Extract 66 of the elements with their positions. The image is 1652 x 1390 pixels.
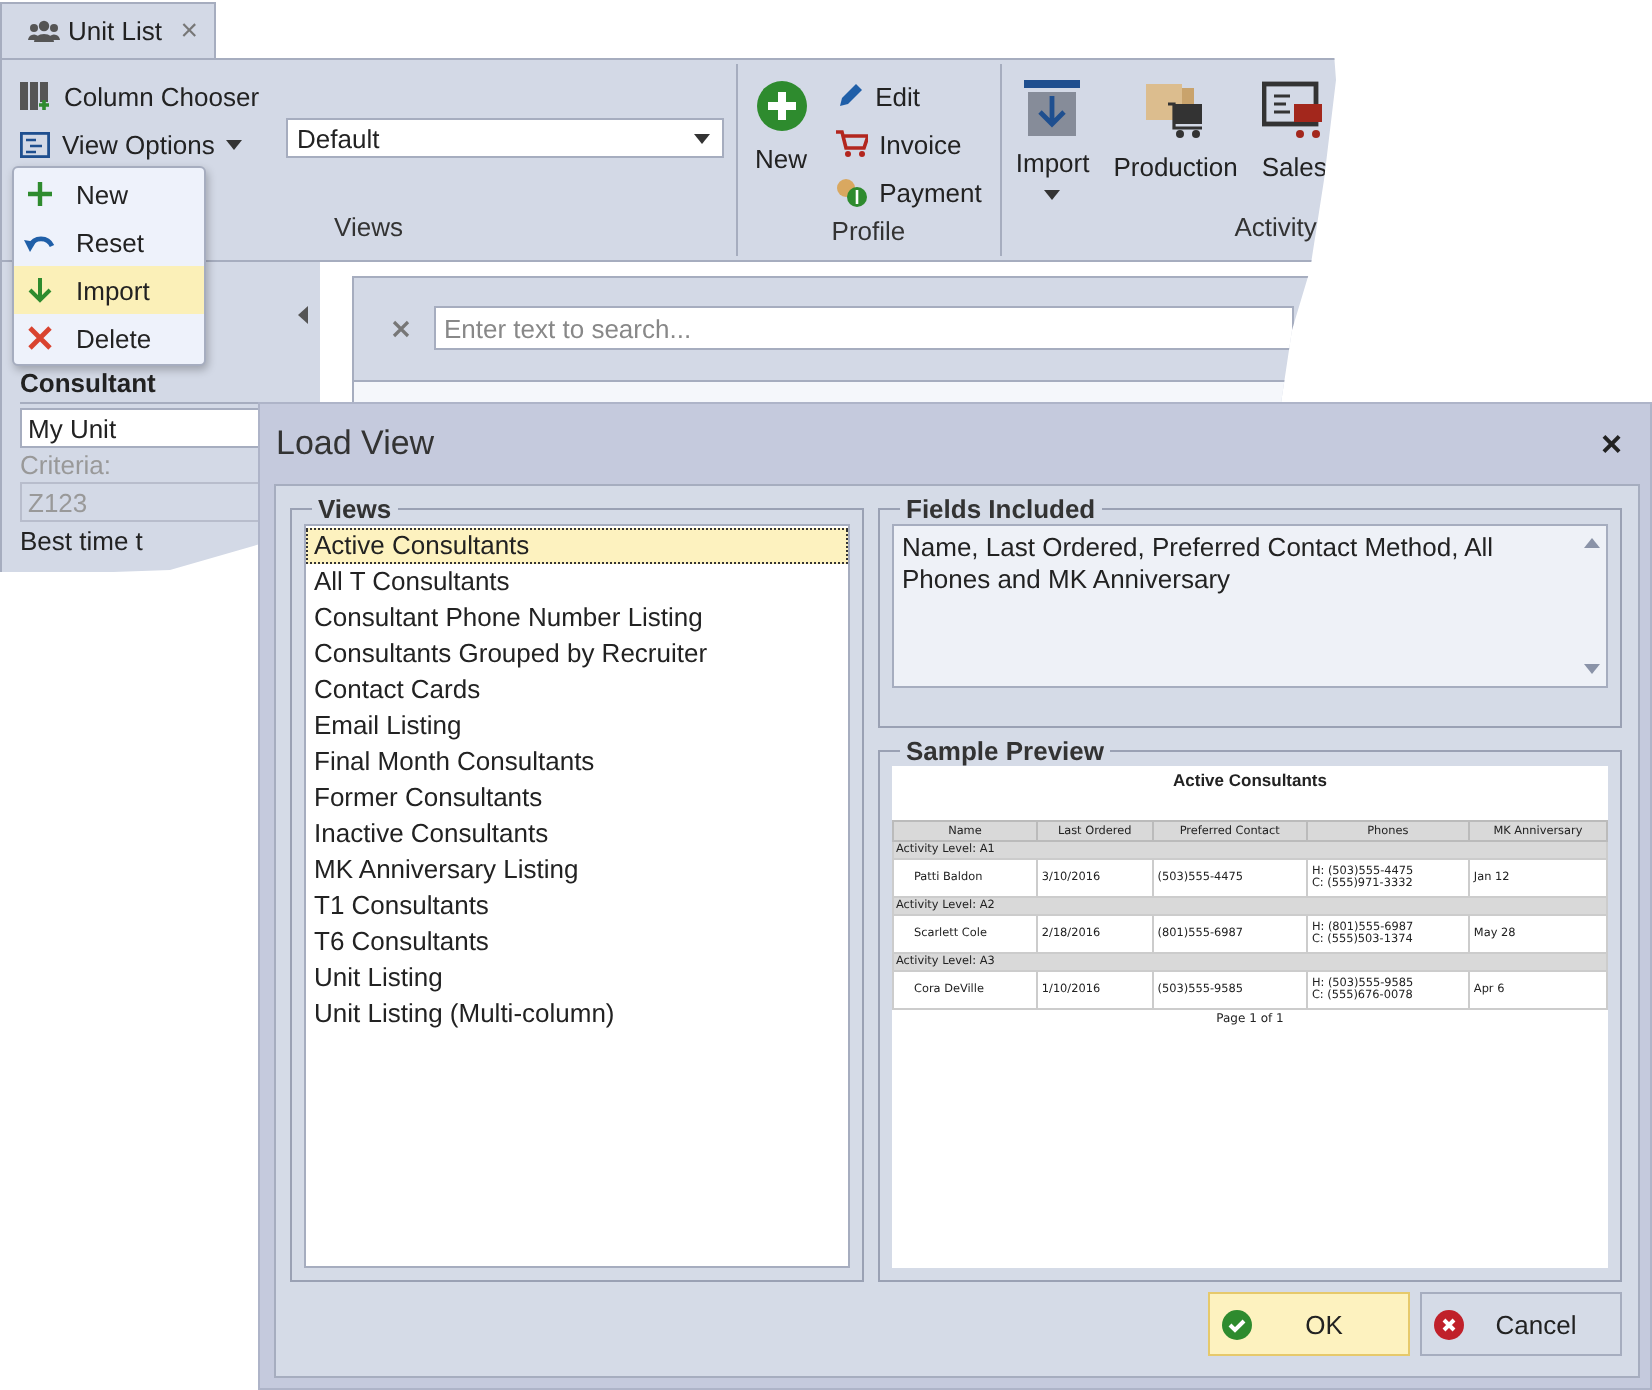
caret-icon — [226, 139, 243, 149]
list-item[interactable]: Contact Cards — [306, 672, 848, 708]
menu-item[interactable]: Reset — [14, 218, 204, 266]
criteria-label: Criteria: — [20, 450, 114, 480]
plus-circle-icon — [755, 80, 808, 132]
coins-icon — [835, 177, 868, 207]
payment-button[interactable]: Payment — [829, 168, 988, 216]
cancel-button[interactable]: Cancel — [1420, 1292, 1622, 1356]
check-circle-icon — [1222, 1309, 1252, 1339]
people-icon — [28, 20, 60, 42]
caret-icon — [1044, 190, 1061, 200]
menu-item[interactable]: Delete — [14, 314, 204, 362]
list-item[interactable]: Consultants Grouped by Recruiter — [306, 636, 848, 672]
list-item[interactable]: All T Consultants — [306, 564, 848, 600]
list-item[interactable]: Final Month Consultants — [306, 744, 848, 780]
cancel-circle-icon — [1434, 1309, 1464, 1339]
list-item[interactable]: Consultant Phone Number Listing — [306, 600, 848, 636]
column-chooser-button[interactable]: Column Chooser — [14, 72, 266, 120]
group-label: Activity — [1234, 212, 1317, 246]
register-cart-icon — [1262, 80, 1327, 140]
production-button[interactable]: Production — [1107, 72, 1244, 190]
layout-icon — [20, 131, 50, 157]
menu-item[interactable]: Import — [14, 266, 204, 314]
clear-icon — [392, 319, 410, 337]
cart-icon — [835, 130, 868, 158]
group-title: Fields Included — [904, 494, 1098, 524]
list-item[interactable]: T1 Consultants — [306, 888, 848, 924]
list-item[interactable]: Active Consultants — [306, 528, 848, 564]
box-cart-icon — [1143, 80, 1208, 140]
menu-item[interactable]: New — [14, 170, 204, 218]
report-title: Active Consultants — [1171, 770, 1329, 790]
collapse-icon — [298, 306, 308, 324]
list-item[interactable]: T6 Consultants — [306, 924, 848, 960]
list-item[interactable]: Unit Listing (Multi-column) — [306, 996, 848, 1032]
fields-text: Name, Last Ordered, Preferred Contact Method, All Phones and MK Anniversary — [900, 530, 1496, 598]
list-item[interactable]: MK Anniversary Listing — [306, 852, 848, 888]
view-options-button[interactable]: View Options — [14, 120, 266, 168]
caret-icon — [693, 133, 710, 143]
delete-icon — [25, 324, 53, 352]
group-label: Profile — [831, 216, 906, 250]
list-item[interactable]: Email Listing — [306, 708, 848, 744]
list-item[interactable]: Inactive Consultants — [306, 816, 848, 852]
view-dropdown[interactable]: Default — [285, 118, 724, 158]
group-label: Views — [334, 212, 403, 246]
invoice-button[interactable]: Invoice — [829, 120, 988, 168]
columns-icon — [20, 82, 52, 110]
scroll-up-icon — [1584, 538, 1600, 548]
edit-button[interactable]: Edit — [829, 72, 988, 120]
fields-text-box[interactable]: Name, Last Ordered, Preferred Contact Method, All Phones and MK Anniversary — [892, 524, 1608, 688]
list-item[interactable]: Unit Listing — [306, 960, 848, 996]
new-button[interactable]: New — [749, 72, 814, 182]
group-title: Sample Preview — [904, 736, 1106, 766]
document-tab[interactable]: Unit List × — [0, 2, 216, 58]
pencil-icon — [835, 82, 864, 110]
close-button[interactable]: × — [1592, 423, 1630, 465]
plus-icon — [25, 180, 53, 208]
import-tray-icon — [1024, 80, 1081, 136]
list-item[interactable]: Former Consultants — [306, 780, 848, 816]
search-field[interactable]: Enter text to search... — [434, 306, 1294, 350]
sales-button[interactable]: Sales — [1255, 72, 1333, 190]
scroll-down-icon — [1584, 664, 1600, 674]
group-title: Views — [316, 494, 394, 524]
import-button[interactable]: Import — [1009, 72, 1096, 208]
down-arrow-icon — [27, 276, 51, 304]
best-time-label: Best time t — [20, 526, 145, 556]
ok-button[interactable]: OK — [1208, 1292, 1410, 1356]
